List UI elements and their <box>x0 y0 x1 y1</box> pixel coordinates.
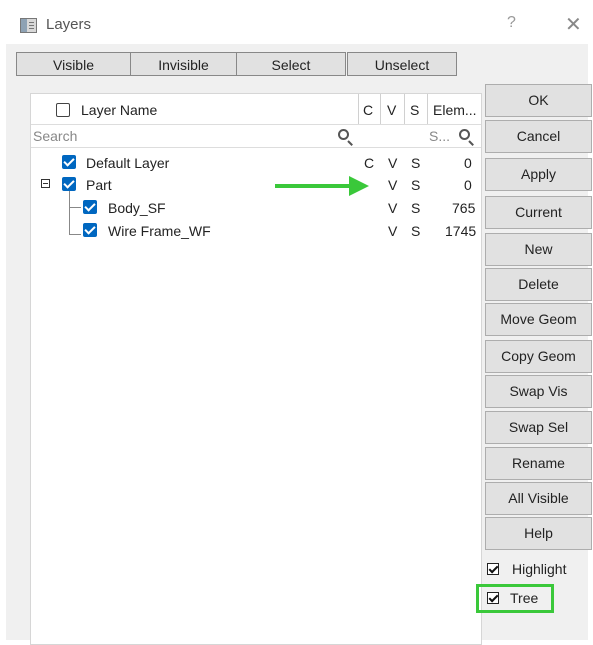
column-v[interactable]: V <box>387 102 396 118</box>
column-divider[interactable] <box>427 94 428 124</box>
column-c[interactable]: C <box>363 102 373 118</box>
layer-name[interactable]: Part <box>86 177 112 193</box>
tree-label[interactable]: Tree <box>510 590 538 606</box>
visible-button[interactable]: Visible <box>16 52 131 76</box>
layer-checkbox[interactable] <box>83 200 97 214</box>
layer-v-flag[interactable]: V <box>388 223 397 239</box>
help-icon[interactable]: ? <box>507 14 516 32</box>
layers-dialog: Layers ? ✕ Visible Invisible Select Unse… <box>6 6 592 645</box>
tree-connector <box>69 207 81 208</box>
search-icon[interactable] <box>459 129 470 140</box>
current-button[interactable]: Current <box>485 196 592 229</box>
search-input[interactable]: Search <box>33 128 77 144</box>
app-icon <box>20 18 37 33</box>
select-button[interactable]: Select <box>236 52 346 76</box>
layer-element-count: 0 <box>464 155 472 171</box>
window-title: Layers <box>46 16 92 33</box>
highlight-checkbox[interactable] <box>487 563 499 575</box>
layer-element-count: 765 <box>452 200 476 216</box>
tree-connector <box>69 234 81 235</box>
ok-button[interactable]: OK <box>485 84 592 117</box>
layer-s-flag[interactable]: S <box>411 200 420 216</box>
layer-name[interactable]: Body_SF <box>108 200 166 216</box>
unselect-button[interactable]: Unselect <box>347 52 457 76</box>
column-divider[interactable] <box>380 94 381 124</box>
layer-checkbox[interactable] <box>62 155 76 169</box>
search-icon[interactable] <box>338 129 349 140</box>
select-all-checkbox[interactable] <box>56 103 70 117</box>
column-divider[interactable] <box>358 94 359 124</box>
tree-checkbox[interactable] <box>487 592 499 604</box>
column-layer-name[interactable]: Layer Name <box>81 102 157 118</box>
copy-geom-button[interactable]: Copy Geom <box>485 340 592 373</box>
layer-checkbox[interactable] <box>62 177 76 191</box>
close-icon[interactable]: ✕ <box>565 12 582 37</box>
column-elements[interactable]: Elem... <box>433 102 477 118</box>
layer-checkbox[interactable] <box>83 223 97 237</box>
swap-sel-button[interactable]: Swap Sel <box>485 411 592 444</box>
layer-c-flag[interactable]: C <box>364 155 374 171</box>
layer-name[interactable]: Default Layer <box>86 155 169 171</box>
tree-connector <box>69 191 70 235</box>
layer-v-flag[interactable]: V <box>388 200 397 216</box>
layer-tree-panel: Layer Name C V S Elem... Search S... Def… <box>30 93 482 645</box>
cancel-button[interactable]: Cancel <box>485 120 592 153</box>
move-geom-button[interactable]: Move Geom <box>485 303 592 336</box>
s-filter-input[interactable]: S... <box>429 128 450 144</box>
title-bar: Layers ? ✕ <box>6 6 588 44</box>
rename-button[interactable]: Rename <box>485 447 592 480</box>
layer-v-flag[interactable]: V <box>388 177 397 193</box>
layer-element-count: 1745 <box>445 223 477 239</box>
all-visible-button[interactable]: All Visible <box>485 482 592 515</box>
collapse-icon[interactable] <box>41 179 50 188</box>
delete-button[interactable]: Delete <box>485 268 592 301</box>
layer-v-flag[interactable]: V <box>388 155 397 171</box>
layer-s-flag[interactable]: S <box>411 177 420 193</box>
layer-element-count: 0 <box>464 177 472 193</box>
layer-s-flag[interactable]: S <box>411 223 420 239</box>
column-divider[interactable] <box>404 94 405 124</box>
help-button[interactable]: Help <box>485 517 592 550</box>
apply-button[interactable]: Apply <box>485 158 592 191</box>
invisible-button[interactable]: Invisible <box>130 52 237 76</box>
column-header: Layer Name C V S Elem... <box>31 94 481 124</box>
layer-name[interactable]: Wire Frame_WF <box>108 223 211 239</box>
arrow-right-icon <box>275 176 369 196</box>
new-button[interactable]: New <box>485 233 592 266</box>
swap-vis-button[interactable]: Swap Vis <box>485 375 592 408</box>
highlight-label[interactable]: Highlight <box>512 561 566 577</box>
search-row: Search S... <box>31 124 481 148</box>
layer-s-flag[interactable]: S <box>411 155 420 171</box>
column-s[interactable]: S <box>410 102 419 118</box>
